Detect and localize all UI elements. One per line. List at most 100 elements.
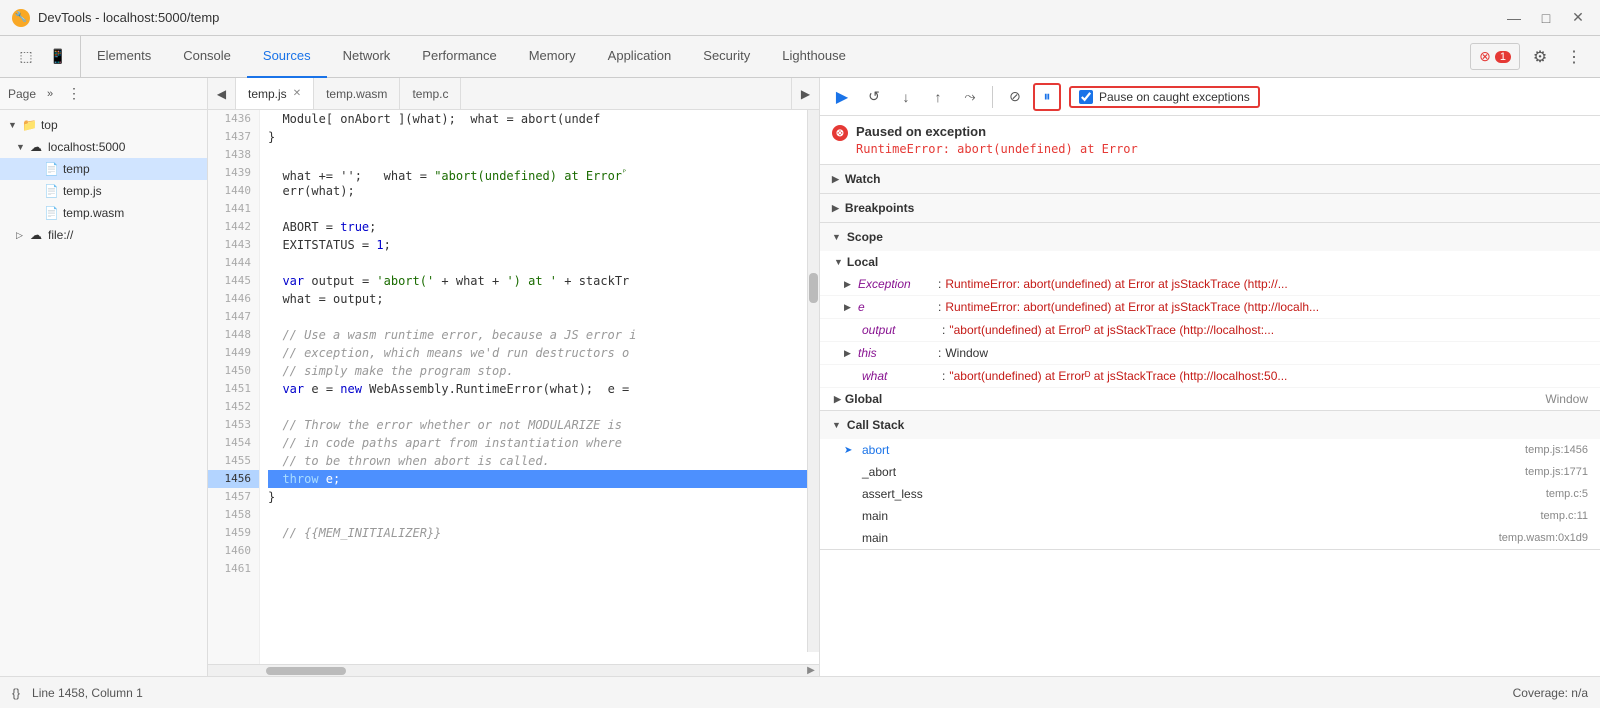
scope-header[interactable]: ▼ Scope (820, 223, 1600, 251)
file-tab-tempwasm[interactable]: temp.wasm (314, 78, 400, 110)
file-tab-tempc[interactable]: temp.c (400, 78, 461, 110)
code-body: 1436 1437 1438 1439 1440 1441 1442 1443 … (208, 110, 819, 664)
right-panel: ▶ ↺ ↓ ↑ ⤳ ⊘ ⏸ Pause on caught exceptions… (820, 78, 1600, 676)
line-num-1447: 1447 (208, 308, 259, 326)
scope-output-key: output (862, 321, 942, 339)
horizontal-scrollbar[interactable]: ▶ (208, 664, 819, 676)
tab-performance[interactable]: Performance (406, 36, 512, 78)
code-line-1444 (268, 254, 819, 272)
file-tab-tempjs[interactable]: temp.js ✕ (236, 78, 314, 110)
tab-console[interactable]: Console (167, 36, 247, 78)
callstack-loc-_abort: temp.js:1771 (1525, 466, 1588, 478)
callstack-label: Call Stack (847, 418, 904, 432)
line-num-1449: 1449 (208, 344, 259, 362)
maximize-button[interactable]: □ (1536, 8, 1556, 28)
line-num-1444: 1444 (208, 254, 259, 272)
tabs-right-controls: ⊗ 1 ⚙ ⋮ (1470, 43, 1596, 71)
line-num-1439: 1439 (208, 164, 259, 182)
step-out-button[interactable]: ↑ (924, 83, 952, 111)
scope-what-item[interactable]: what : "abort(undefined) at Errorᴰ at js… (820, 365, 1600, 388)
code-more-button[interactable]: ▶ (791, 78, 819, 110)
exception-title: Paused on exception (856, 124, 1138, 139)
tree-label-tempjs: temp.js (63, 184, 102, 198)
tree-item-localhost[interactable]: ▼ ☁ localhost:5000 (0, 136, 207, 158)
tab-network[interactable]: Network (327, 36, 407, 78)
resume-button[interactable]: ▶ (828, 83, 856, 111)
step-button[interactable]: ⤳ (956, 83, 984, 111)
pretty-print-button[interactable]: {} (12, 686, 20, 700)
step-into-button[interactable]: ↓ (892, 83, 920, 111)
scope-global-header[interactable]: ▶ Global Window (820, 388, 1600, 410)
callstack-header[interactable]: ▼ Call Stack (820, 411, 1600, 439)
tree-item-tempwasm[interactable]: 📄 temp.wasm (0, 202, 207, 224)
scroll-right-arrow[interactable]: ▶ (805, 665, 817, 677)
tab-security[interactable]: Security (687, 36, 766, 78)
sidebar-menu-button[interactable]: ⋮ (64, 84, 84, 104)
scope-output-val: "abort(undefined) at Errorᴰ at jsStackTr… (949, 321, 1274, 339)
tab-application[interactable]: Application (592, 36, 688, 78)
line-num-1446: 1446 (208, 290, 259, 308)
file-nav-toggle[interactable]: ◀ (208, 78, 236, 110)
callstack-item-abort[interactable]: ➤ abort temp.js:1456 (820, 439, 1600, 461)
line-num-1436: 1436 (208, 110, 259, 128)
scope-output-item[interactable]: output : "abort(undefined) at Errorᴰ at … (820, 319, 1600, 342)
tree-item-tempjs[interactable]: 📄 temp.js (0, 180, 207, 202)
scope-this-item[interactable]: ▶ this : Window (820, 342, 1600, 365)
callstack-item-main1[interactable]: main temp.c:11 (820, 505, 1600, 527)
code-line-1456: throw e; (268, 470, 819, 488)
tab-memory[interactable]: Memory (513, 36, 592, 78)
error-count-button[interactable]: ⊗ 1 (1470, 43, 1520, 70)
scope-body: ▼ Local ▶ Exception : RuntimeError: abor… (820, 251, 1600, 410)
status-bar: {} Line 1458, Column 1 Coverage: n/a (0, 676, 1600, 708)
scope-local-header[interactable]: ▼ Local (820, 251, 1600, 273)
this-expand-icon: ▶ (844, 344, 854, 362)
step-over-button[interactable]: ↺ (860, 83, 888, 111)
callstack-loc-main1: temp.c:11 (1541, 510, 1589, 522)
tree-item-temp[interactable]: 📄 temp (0, 158, 207, 180)
scope-what-val: "abort(undefined) at Errorᴰ at jsStackTr… (949, 367, 1287, 385)
line-num-1455: 1455 (208, 452, 259, 470)
vertical-scrollbar[interactable] (807, 110, 819, 652)
callstack-item-assert_less[interactable]: assert_less temp.c:5 (820, 483, 1600, 505)
code-line-1460 (268, 542, 819, 560)
scope-e-item[interactable]: ▶ e : RuntimeError: abort(undefined) at … (820, 296, 1600, 319)
tree-item-file[interactable]: ▷ ☁ file:// (0, 224, 207, 246)
sidebar-header: Page » ⋮ (0, 78, 207, 110)
close-button[interactable]: ✕ (1568, 8, 1588, 28)
callstack-panel: ▼ Call Stack ➤ abort temp.js:1456 _abort… (820, 411, 1600, 550)
callstack-item-_abort[interactable]: _abort temp.js:1771 (820, 461, 1600, 483)
line-num-1440: 1440 (208, 182, 259, 200)
error-badge: 1 (1495, 51, 1511, 63)
tab-elements[interactable]: Elements (81, 36, 167, 78)
current-frame-icon: ➤ (844, 445, 858, 456)
code-content[interactable]: Module[ onAbort ](what); what = abort(un… (260, 110, 819, 664)
watch-header[interactable]: ▶ Watch (820, 165, 1600, 193)
devtools-icon: 🔧 (12, 9, 30, 27)
pause-caught-exceptions-checkbox[interactable] (1079, 90, 1093, 104)
more-options-button[interactable]: ⋮ (1560, 43, 1588, 71)
minimize-button[interactable]: — (1504, 8, 1524, 28)
tree-label-localhost: localhost:5000 (48, 140, 125, 154)
scope-exception-item[interactable]: ▶ Exception : RuntimeError: abort(undefi… (820, 273, 1600, 296)
deactivate-breakpoints-button[interactable]: ⊘ (1001, 83, 1029, 111)
settings-button[interactable]: ⚙ (1526, 43, 1554, 71)
code-line-1445: var output = 'abort(' + what + ') at ' +… (268, 272, 819, 290)
device-toolbar-button[interactable]: 📱 (44, 43, 72, 71)
tree-item-top[interactable]: ▼ 📁 top (0, 114, 207, 136)
tab-lighthouse[interactable]: Lighthouse (766, 36, 862, 78)
callstack-fn-main2: main (862, 531, 1499, 545)
breakpoints-header[interactable]: ▶ Breakpoints (820, 194, 1600, 222)
global-chevron-icon: ▶ (834, 394, 841, 405)
file-tab-tempjs-close[interactable]: ✕ (293, 88, 301, 99)
scope-exception-key: Exception (858, 275, 938, 293)
tab-sources[interactable]: Sources (247, 36, 327, 78)
callstack-item-main2[interactable]: main temp.wasm:0x1d9 (820, 527, 1600, 549)
code-line-1450: // simply make the program stop. (268, 362, 819, 380)
sidebar-more-button[interactable]: » (40, 84, 60, 104)
pause-caught-exceptions-label: Pause on caught exceptions (1099, 90, 1250, 104)
inspect-element-button[interactable]: ⬚ (12, 43, 40, 71)
code-line-1439: what += ''; what = "abort(undefined) at … (268, 164, 819, 182)
scope-chevron-icon: ▼ (832, 232, 841, 242)
pause-exceptions-button[interactable]: ⏸ (1033, 83, 1061, 111)
callstack-fn-_abort: _abort (862, 465, 1525, 479)
